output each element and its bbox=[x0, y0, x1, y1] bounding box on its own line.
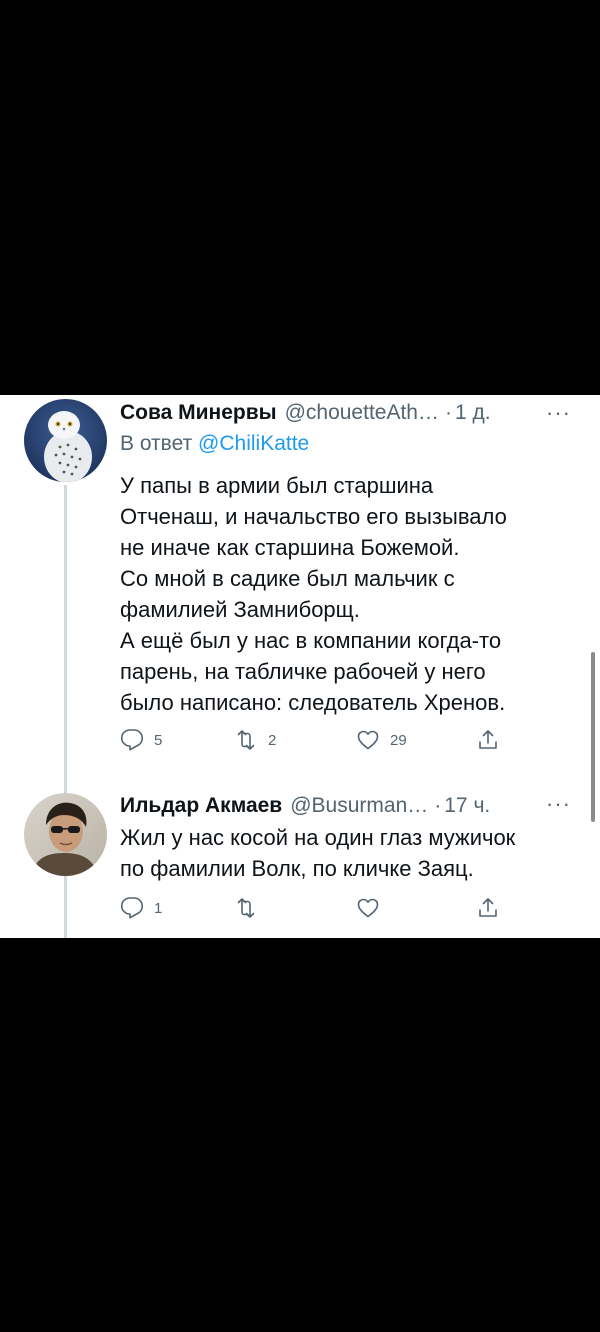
thread-connector-line bbox=[64, 880, 67, 938]
tweet-thread: Сова Минервы @chouetteAth… · 1 д. ··· В … bbox=[0, 395, 600, 938]
reply-mention-link[interactable]: @ChiliKatte bbox=[198, 432, 309, 455]
more-icon[interactable]: ··· bbox=[546, 402, 571, 424]
reply-count: 1 bbox=[154, 899, 163, 917]
tweet-time[interactable]: 17 ч. bbox=[444, 794, 490, 818]
man-sunglasses-avatar bbox=[24, 793, 107, 876]
author-handle[interactable]: @Busurman… bbox=[290, 794, 428, 818]
share-button[interactable] bbox=[476, 725, 510, 755]
share-button[interactable] bbox=[476, 893, 510, 923]
tweet-header: Сова Минервы @chouetteAth… · 1 д. bbox=[120, 398, 491, 428]
reply-prefix: В ответ bbox=[120, 432, 193, 455]
reply-icon bbox=[120, 729, 144, 751]
like-count: 29 bbox=[390, 731, 407, 749]
retweet-count: 2 bbox=[268, 731, 277, 749]
heart-icon bbox=[357, 898, 379, 918]
more-icon[interactable]: ··· bbox=[546, 793, 571, 815]
retweet-button[interactable] bbox=[234, 893, 268, 923]
reply-button[interactable]: 1 bbox=[120, 893, 162, 923]
author-handle[interactable]: @chouetteAth… bbox=[285, 401, 439, 425]
retweet-icon bbox=[237, 730, 255, 750]
like-button[interactable] bbox=[356, 893, 390, 923]
tweet-text: У папы в армии был старшина Отченаш, и н… bbox=[120, 473, 507, 715]
heart-icon bbox=[357, 730, 379, 750]
reply-button[interactable]: 5 bbox=[120, 725, 162, 755]
author-name[interactable]: Ильдар Акмаев bbox=[120, 794, 282, 818]
avatar[interactable] bbox=[24, 399, 107, 482]
retweet-icon bbox=[237, 898, 255, 918]
avatar[interactable] bbox=[24, 793, 107, 876]
snowy-owl-avatar bbox=[24, 399, 107, 482]
share-icon bbox=[479, 898, 497, 917]
scrollbar[interactable] bbox=[591, 652, 595, 822]
tweet-header: Ильдар Акмаев @Busurman… · 17 ч. bbox=[120, 791, 490, 821]
retweet-button[interactable]: 2 bbox=[234, 725, 276, 755]
separator-dot: · bbox=[444, 401, 452, 424]
like-button[interactable]: 29 bbox=[356, 725, 407, 755]
separator-dot: · bbox=[434, 794, 442, 817]
reply-icon bbox=[120, 897, 144, 919]
author-name[interactable]: Сова Минервы bbox=[120, 401, 277, 425]
reply-count: 5 bbox=[154, 731, 163, 749]
tweet-actions: 5 2 29 bbox=[120, 725, 520, 755]
tweet-time[interactable]: 1 д. bbox=[455, 401, 491, 425]
share-icon bbox=[479, 730, 497, 749]
tweet-text: Жил у нас косой на один глаз мужичок по … bbox=[120, 825, 516, 881]
top-black-area bbox=[0, 0, 600, 395]
bottom-black-area bbox=[0, 938, 600, 1332]
tweet-actions: 1 bbox=[120, 893, 520, 923]
reply-to-line: В ответ @ChiliKatte bbox=[120, 432, 309, 456]
